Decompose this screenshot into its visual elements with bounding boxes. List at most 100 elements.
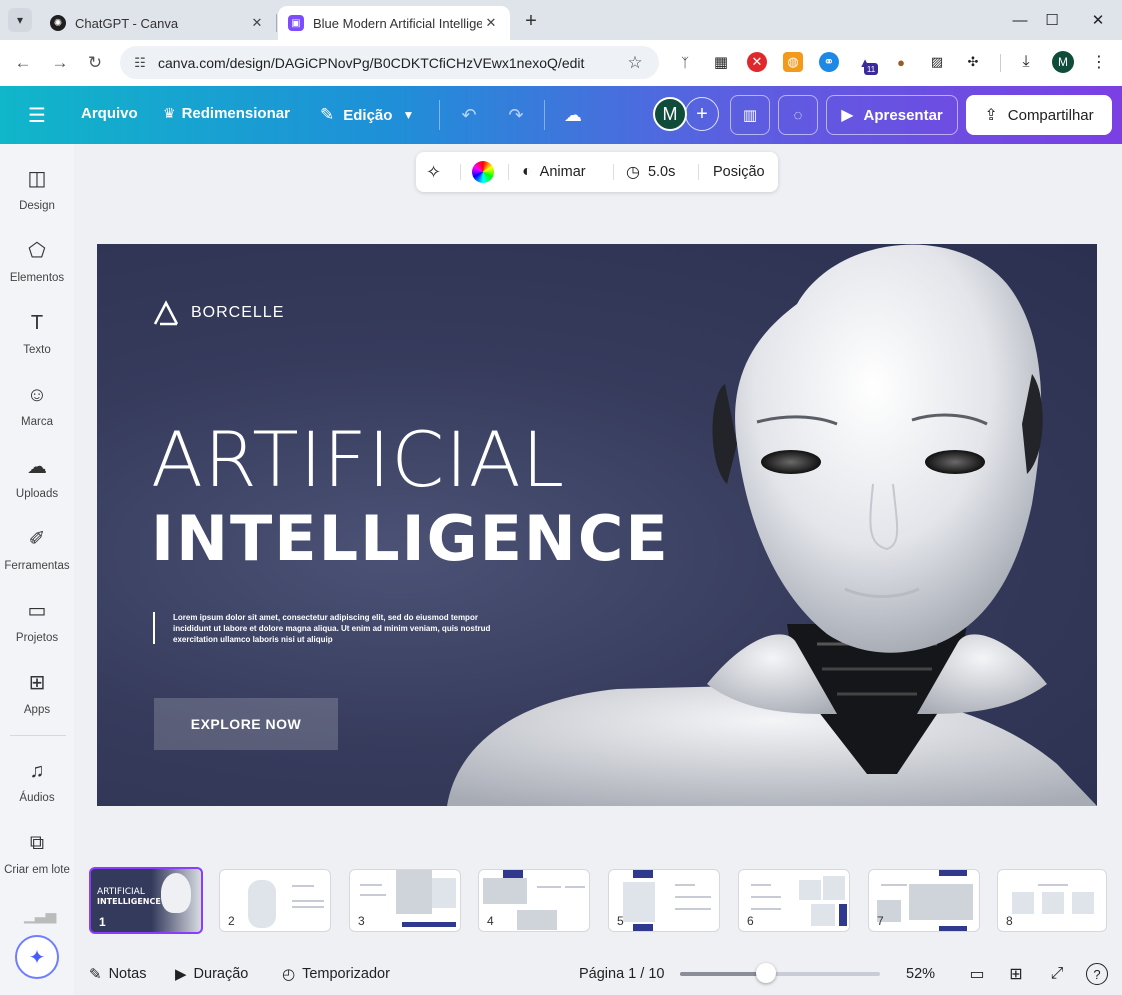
window-close-icon[interactable]: ✕ bbox=[1086, 8, 1110, 32]
page-thumbnail-5[interactable]: 5 bbox=[608, 869, 720, 932]
sidebar-item-brand[interactable]: ☺ Marca bbox=[0, 382, 74, 446]
share-upload-icon: ⇪ bbox=[984, 107, 998, 124]
grid-view-icon[interactable]: ⊞ bbox=[1005, 963, 1027, 985]
browser-tab-chatgpt[interactable]: ✺ ChatGPT - Canva ✕ bbox=[40, 6, 276, 40]
url-text[interactable]: canva.com/design/DAGiCPNovPg/B0CDKTCfiCH… bbox=[158, 55, 623, 71]
sidebar-divider bbox=[10, 735, 66, 736]
reload-icon[interactable]: ↻ bbox=[83, 51, 107, 75]
timer-button[interactable]: ◴ Temporizador bbox=[282, 964, 390, 984]
thumb-accent-bar bbox=[503, 870, 523, 878]
color-picker-button[interactable] bbox=[472, 152, 494, 192]
tab-title: ChatGPT - Canva bbox=[75, 15, 179, 31]
explore-now-button[interactable]: EXPLORE NOW bbox=[154, 698, 338, 750]
thumb-text-line bbox=[360, 894, 386, 896]
sidebar-item-more[interactable]: ▁▃▅ bbox=[0, 902, 74, 923]
sidebar-item-text[interactable]: T Texto bbox=[0, 310, 74, 374]
browser-profile-avatar[interactable]: M bbox=[1052, 51, 1074, 73]
browser-menu-icon[interactable]: ⋮ bbox=[1089, 52, 1109, 72]
undo-icon[interactable]: ↶ bbox=[456, 102, 482, 128]
tab-search-icon[interactable]: ▾ bbox=[8, 8, 32, 32]
minimize-icon[interactable]: — bbox=[1008, 8, 1032, 32]
page-view-icon[interactable]: ▭ bbox=[966, 963, 988, 985]
share-button[interactable]: ⇪ Compartilhar bbox=[966, 95, 1112, 135]
add-collaborator-button[interactable]: + bbox=[685, 97, 719, 131]
page-indicator[interactable]: Página 1 / 10 bbox=[579, 964, 664, 984]
thumb-image bbox=[248, 880, 276, 928]
duration-toggle-button[interactable]: ▶ Duração bbox=[175, 964, 248, 984]
resize-button[interactable]: ♛ Redimensionar bbox=[163, 105, 290, 122]
animate-button[interactable]: ◐ Animar bbox=[522, 152, 586, 192]
page-thumbnail-2[interactable]: 2 bbox=[219, 869, 331, 932]
extensions-puzzle-icon[interactable]: ✣ bbox=[963, 52, 983, 72]
duration-button[interactable]: ◷ 5.0s bbox=[626, 152, 675, 192]
slide-title-line1[interactable]: ARTIFICIAL bbox=[151, 420, 565, 500]
position-button[interactable]: Posição bbox=[713, 152, 765, 192]
bookmark-star-icon[interactable]: ☆ bbox=[623, 53, 647, 73]
page-thumbnail-4[interactable]: 4 bbox=[478, 869, 590, 932]
thumb-text-line bbox=[881, 884, 907, 886]
collaborator-avatar[interactable]: M bbox=[653, 97, 687, 131]
brand-logo[interactable]: BORCELLE bbox=[153, 300, 284, 326]
maximize-icon[interactable]: ☐ bbox=[1040, 8, 1064, 32]
browser-tab-canva-design[interactable]: ▣ Blue Modern Artificial Intelligen ✕ bbox=[278, 6, 510, 40]
translate-extension-icon[interactable]: ◍ bbox=[783, 52, 803, 72]
cookie-extension-icon[interactable]: ● bbox=[891, 52, 911, 72]
layout-icon: ◫ bbox=[27, 168, 47, 190]
sidebar-item-elements[interactable]: ⬠ Elementos bbox=[0, 238, 74, 302]
download-icon[interactable]: ⤓ bbox=[1016, 52, 1036, 72]
zoom-percent[interactable]: 52% bbox=[906, 964, 935, 984]
folder-icon: ▭ bbox=[27, 600, 47, 622]
site-info-icon[interactable]: ☷ bbox=[130, 55, 150, 71]
sidebar-item-projects[interactable]: ▭ Projetos bbox=[0, 598, 74, 662]
sidebar-item-uploads[interactable]: ☁ Uploads bbox=[0, 454, 74, 518]
sidebar-item-bulk-create[interactable]: ⧉ Criar em lote bbox=[0, 830, 74, 894]
page-thumbnail-6[interactable]: 6 bbox=[738, 869, 850, 932]
help-icon[interactable]: ? bbox=[1086, 963, 1108, 985]
redo-icon[interactable]: ↷ bbox=[503, 102, 529, 128]
page-thumbnail-3[interactable]: 3 bbox=[349, 869, 461, 932]
zoom-slider[interactable] bbox=[680, 972, 880, 976]
brand-icon: ☺ bbox=[26, 384, 48, 406]
forward-icon[interactable]: → bbox=[48, 51, 72, 75]
comments-icon[interactable]: ◌ bbox=[778, 95, 818, 135]
zoom-slider-handle[interactable] bbox=[756, 963, 776, 983]
sidebar-item-label: Apps bbox=[23, 704, 51, 716]
canva-favicon-icon: ▣ bbox=[288, 15, 304, 31]
notes-button[interactable]: ✎ Notas bbox=[89, 964, 146, 984]
thumb-text-line bbox=[675, 908, 711, 910]
new-tab-icon[interactable]: + bbox=[520, 10, 542, 32]
thumb-image bbox=[623, 882, 655, 922]
sidebar-item-audio[interactable]: ♫ Áudios bbox=[0, 758, 74, 822]
file-menu-button[interactable]: Arquivo bbox=[81, 105, 138, 122]
thumb-text-line bbox=[675, 896, 711, 898]
fullscreen-icon[interactable]: ⤢ bbox=[1046, 963, 1068, 985]
address-bar[interactable]: ☷ canva.com/design/DAGiCPNovPg/B0CDKTCfi… bbox=[120, 46, 659, 79]
edit-mode-dropdown[interactable]: ✎ Edição ▼ bbox=[320, 105, 414, 125]
back-icon[interactable]: ← bbox=[11, 51, 35, 75]
cloud-saved-icon[interactable]: ☁ bbox=[560, 102, 586, 128]
close-icon[interactable]: ✕ bbox=[248, 14, 266, 32]
slide-canvas[interactable]: BORCELLE ARTIFICIAL INTELLIGENCE Lorem i… bbox=[97, 244, 1097, 806]
ai-edit-icon[interactable]: ✧ bbox=[426, 152, 441, 192]
page-thumbnail-7[interactable]: 7 bbox=[868, 869, 980, 932]
link-extension-icon[interactable]: ⚭ bbox=[819, 52, 839, 72]
close-icon[interactable]: ✕ bbox=[482, 14, 500, 32]
thumb-text-line bbox=[565, 886, 585, 888]
extension-wrench-icon[interactable]: ᛉ bbox=[675, 52, 695, 72]
present-button[interactable]: ▶ Apresentar bbox=[826, 95, 958, 135]
slide-body-text[interactable]: Lorem ipsum dolor sit amet, consectetur … bbox=[173, 612, 503, 645]
image-extension-icon[interactable]: ▨ bbox=[927, 52, 947, 72]
insights-chart-icon[interactable]: ▥ bbox=[730, 95, 770, 135]
stop-extension-icon[interactable]: ✕ bbox=[747, 52, 767, 72]
slide-title-line2[interactable]: INTELLIGENCE bbox=[151, 506, 670, 572]
magic-ai-button[interactable]: ✦ bbox=[15, 935, 59, 979]
file-menu-label: Arquivo bbox=[81, 105, 138, 122]
page-thumbnail-1[interactable]: ARTIFICIAL INTELLIGENCE 1 bbox=[89, 867, 203, 934]
sidebar-item-tools[interactable]: ✐ Ferramentas bbox=[0, 526, 74, 590]
left-sidebar: ◫ Design ⬠ Elementos T Texto ☺ Marca ☁ U… bbox=[0, 144, 74, 995]
page-thumbnail-8[interactable]: 8 bbox=[997, 869, 1107, 932]
qr-code-icon[interactable]: ▦ bbox=[711, 52, 731, 72]
sidebar-item-design[interactable]: ◫ Design bbox=[0, 166, 74, 230]
sidebar-item-apps[interactable]: ⊞ Apps bbox=[0, 670, 74, 734]
hamburger-menu-icon[interactable]: ☰ bbox=[26, 104, 48, 127]
